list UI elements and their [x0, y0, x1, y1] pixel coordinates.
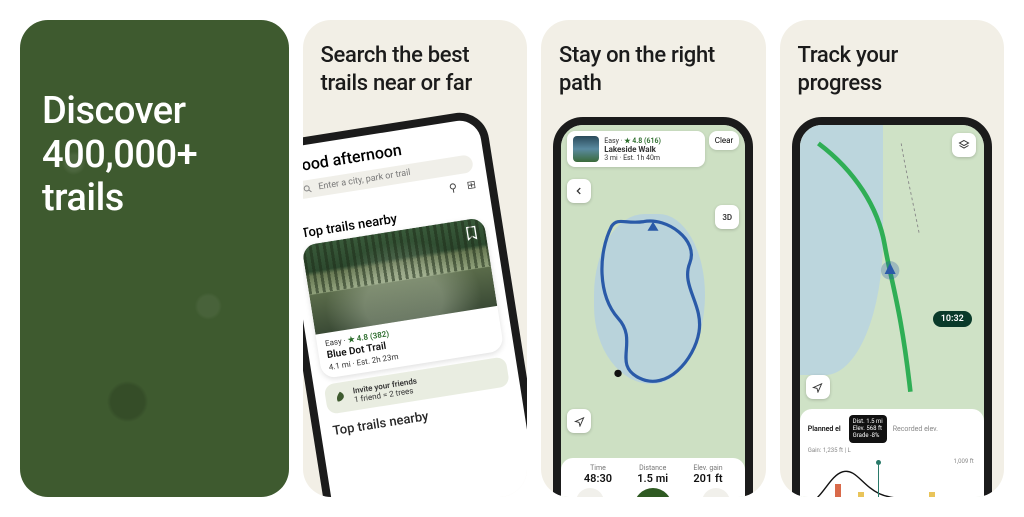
chart-cursor[interactable]	[878, 462, 879, 497]
trail-name: Lakeside Walk	[604, 145, 661, 154]
promo-panel-1: Discover 400,000+ trails	[20, 20, 289, 497]
phone-frame: Easy · ★ 4.8 (616) Lakeside Walk 3 mi · …	[553, 117, 753, 497]
phone-mock: Easy · ★ 4.8 (616) Lakeside Walk 3 mi · …	[541, 111, 766, 497]
clear-button[interactable]: Clear	[709, 131, 739, 150]
trail-thumb	[573, 136, 599, 162]
elevation-panel: Planned el Dist. 1.5 mi Elev. 568 ft Gra…	[800, 409, 984, 497]
pause-button[interactable]: Pause	[634, 488, 672, 497]
elev-tooltip: Dist. 1.5 mi Elev. 568 ft Grade -8%	[849, 415, 887, 443]
layers-icon	[958, 139, 970, 151]
layers-button[interactable]	[952, 133, 976, 157]
star-icon: ★	[347, 335, 355, 345]
phone-frame: Good afternoon Enter a city, park or tra…	[303, 111, 528, 497]
trail-stats: 3 mi · Est. 1h 40m	[604, 154, 661, 162]
dist-label: Distance	[639, 464, 666, 472]
time-value: 48:30	[584, 472, 612, 485]
phone-mock: Good afternoon Enter a city, park or tra…	[303, 111, 528, 497]
map-icon[interactable]: ⊞	[466, 178, 477, 192]
panel-caption: Stay on the right path	[541, 20, 766, 111]
search-placeholder: Enter a city, park or trail	[318, 168, 412, 192]
panel-caption: Track your progress	[780, 20, 1005, 111]
timer-pill: 10:32	[933, 311, 972, 327]
bookmark-icon[interactable]	[463, 224, 481, 242]
elevation-button[interactable]	[576, 488, 604, 497]
tab-recorded[interactable]: Recorded elev.	[893, 425, 938, 433]
screenshot-gallery: Discover 400,000+ trails Search the best…	[20, 20, 1004, 497]
elevation-chart[interactable]: 1,009 ft 328 ft 0.6 mi 1.4 mi 2.2 mi	[808, 458, 976, 497]
filter-icon[interactable]: ⚲	[448, 181, 458, 195]
location-arrow-icon	[574, 416, 585, 427]
leaf-icon	[333, 390, 349, 406]
back-button[interactable]	[567, 179, 591, 203]
promo-panel-2: Search the best trails near or far Good …	[303, 20, 528, 497]
locate-button[interactable]	[567, 409, 591, 433]
mountain-icon	[584, 496, 596, 497]
chevron-left-icon	[574, 186, 584, 196]
elev-line	[808, 458, 976, 497]
promo-panel-4: Track your progress	[780, 20, 1005, 497]
headline: Discover 400,000+ trails	[42, 90, 267, 221]
panel-caption: Search the best trails near or far	[303, 20, 528, 111]
promo-panel-3: Stay on the right path Easy · ★ 4.8 (6	[541, 20, 766, 497]
gain-text: Gain: 1,235 ft | L	[808, 447, 976, 454]
search-icon	[303, 183, 314, 194]
dist-value: 1.5 mi	[637, 472, 668, 485]
playback-controls: Elevation Pause Activity	[561, 485, 745, 497]
hiker-icon	[710, 496, 722, 497]
trail-card[interactable]: Easy · ★ 4.8 (382) Blue Dot Trail 4.1 mi…	[303, 217, 505, 379]
3d-button[interactable]: 3D	[715, 205, 739, 229]
trail-difficulty: Easy	[604, 137, 619, 145]
time-label: Time	[590, 464, 606, 472]
location-arrow-icon	[812, 382, 823, 393]
tab-planned[interactable]: Planned el	[808, 425, 841, 433]
phone-mock: 10:32 Planned el Dist. 1.5 mi Elev. 568 …	[780, 111, 1005, 497]
phone-frame: 10:32 Planned el Dist. 1.5 mi Elev. 568 …	[792, 117, 992, 497]
locate-button[interactable]	[806, 375, 830, 399]
trail-difficulty: Easy	[325, 337, 343, 349]
elev-value: 201 ft	[693, 472, 722, 485]
activity-button[interactable]	[702, 488, 730, 497]
trail-info-card[interactable]: Easy · ★ 4.8 (616) Lakeside Walk 3 mi · …	[567, 131, 705, 167]
elev-label: Elev. gain	[693, 464, 722, 472]
trail-rating: 4.8 (616)	[632, 137, 661, 145]
